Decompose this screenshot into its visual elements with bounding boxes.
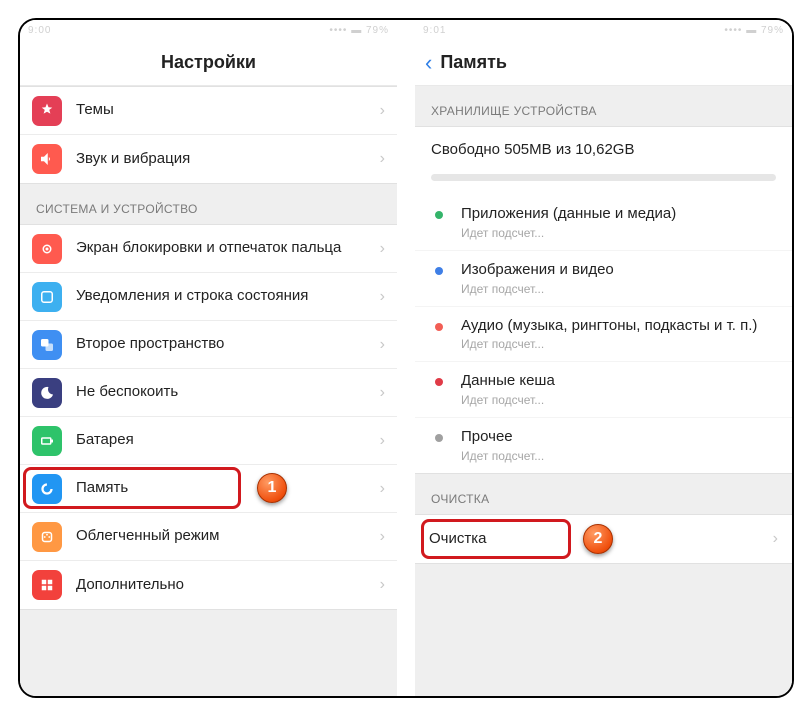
chevron-right-icon: › [380, 336, 385, 354]
category-dot [435, 434, 443, 442]
row-label: Звук и вибрация [76, 150, 374, 169]
row-label: Второе пространство [76, 335, 374, 354]
row-label: Батарея [76, 431, 374, 450]
category-name: Аудио (музыка, рингтоны, подкасты и т. п… [461, 317, 776, 336]
category-audio[interactable]: Аудио (музыка, рингтоны, подкасты и т. п… [415, 307, 792, 363]
row-lockscreen[interactable]: Экран блокировки и отпечаток пальца › [20, 225, 397, 273]
battery-icon [32, 426, 62, 456]
second-space-icon [32, 330, 62, 360]
category-other[interactable]: Прочее Идет подсчет... [415, 418, 792, 473]
row-label: Темы [76, 101, 374, 120]
settings-group-1: Темы › Звук и вибрация › [20, 86, 397, 184]
chevron-right-icon: › [380, 384, 385, 402]
row-memory[interactable]: Память › 1 [20, 465, 397, 513]
row-notifications[interactable]: Уведомления и строка состояния › [20, 273, 397, 321]
status-bar: 9:00 •••• ▬ 79% [20, 20, 397, 40]
chevron-right-icon: › [380, 432, 385, 450]
navbar: ‹ Память [415, 40, 792, 86]
status-right: •••• ▬ 79% [329, 25, 389, 36]
row-lite-mode[interactable]: Облегченный режим › [20, 513, 397, 561]
row-label: Экран блокировки и отпечаток пальца [76, 239, 374, 258]
page-title: Настройки [161, 52, 256, 73]
row-themes[interactable]: Темы › [20, 87, 397, 135]
category-texts: Данные кеша Идет подсчет... [461, 372, 776, 407]
screenshots-pair: 9:00 •••• ▬ 79% Настройки Темы › [18, 18, 794, 698]
category-apps[interactable]: Приложения (данные и медиа) Идет подсчет… [415, 195, 792, 251]
annotation-badge-2: 2 [583, 524, 613, 554]
themes-icon [32, 96, 62, 126]
chevron-right-icon: › [380, 288, 385, 306]
row-label: Память [76, 479, 374, 498]
category-name: Прочее [461, 428, 776, 447]
phone-left: 9:00 •••• ▬ 79% Настройки Темы › [20, 20, 397, 698]
notifications-icon [32, 282, 62, 312]
storage-free-text: Свободно 505MB из 10,62GB [415, 127, 792, 164]
category-name: Изображения и видео [461, 261, 776, 280]
category-dot [435, 378, 443, 386]
row-label: Уведомления и строка состояния [76, 287, 374, 306]
row-dnd[interactable]: Не беспокоить › [20, 369, 397, 417]
phone-right: 9:01 •••• ▬ 79% ‹ Память ХРАНИЛИЩЕ УСТРО… [415, 20, 792, 698]
section-header-system: СИСТЕМА И УСТРОЙСТВО [20, 184, 397, 224]
category-sub: Идет подсчет... [461, 226, 776, 240]
row-label: Облегченный режим [76, 527, 374, 546]
sound-icon [32, 144, 62, 174]
additional-icon [32, 570, 62, 600]
row-second-space[interactable]: Второе пространство › [20, 321, 397, 369]
category-sub: Идет подсчет... [461, 393, 776, 407]
row-label: Не беспокоить [76, 383, 374, 402]
settings-content: Темы › Звук и вибрация › СИСТЕМА И УСТРО… [20, 86, 397, 698]
category-name: Данные кеша [461, 372, 776, 391]
section-header-storage: ХРАНИЛИЩЕ УСТРОЙСТВА [415, 86, 792, 126]
category-texts: Приложения (данные и медиа) Идет подсчет… [461, 205, 776, 240]
category-dot [435, 211, 443, 219]
category-name: Приложения (данные и медиа) [461, 205, 776, 224]
navbar: Настройки [20, 40, 397, 86]
section-header-clean: ОЧИСТКА [415, 474, 792, 514]
chevron-right-icon: › [380, 480, 385, 498]
chevron-right-icon: › [380, 102, 385, 120]
row-additional[interactable]: Дополнительно › [20, 561, 397, 609]
category-texts: Изображения и видео Идет подсчет... [461, 261, 776, 296]
row-sound[interactable]: Звук и вибрация › [20, 135, 397, 183]
chevron-right-icon: › [380, 576, 385, 594]
annotation-badge-1: 1 [257, 473, 287, 503]
chevron-right-icon: › [380, 240, 385, 258]
chevron-right-icon: › [380, 528, 385, 546]
storage-bar [431, 174, 776, 181]
row-battery[interactable]: Батарея › [20, 417, 397, 465]
chevron-right-icon: › [773, 530, 778, 548]
page-title: Память [440, 52, 507, 73]
category-texts: Прочее Идет подсчет... [461, 428, 776, 463]
category-sub: Идет подсчет... [461, 337, 776, 351]
dnd-icon [32, 378, 62, 408]
storage-group: Свободно 505MB из 10,62GB Приложения (да… [415, 126, 792, 474]
category-dot [435, 323, 443, 331]
category-texts: Аудио (музыка, рингтоны, подкасты и т. п… [461, 317, 776, 352]
memory-icon [32, 474, 62, 504]
category-sub: Идет подсчет... [461, 449, 776, 463]
category-sub: Идет подсчет... [461, 282, 776, 296]
back-button[interactable]: ‹ [425, 50, 432, 76]
fingerprint-icon [32, 234, 62, 264]
settings-group-2: Экран блокировки и отпечаток пальца › Ув… [20, 224, 397, 610]
status-time: 9:01 [423, 25, 446, 36]
category-cache[interactable]: Данные кеша Идет подсчет... [415, 362, 792, 418]
category-dot [435, 267, 443, 275]
lite-mode-icon [32, 522, 62, 552]
chevron-right-icon: › [380, 150, 385, 168]
row-cleanup[interactable]: Очистка › 2 [415, 514, 792, 564]
status-time: 9:00 [28, 25, 51, 36]
memory-content: ХРАНИЛИЩЕ УСТРОЙСТВА Свободно 505MB из 1… [415, 86, 792, 698]
status-bar: 9:01 •••• ▬ 79% [415, 20, 792, 40]
row-label: Дополнительно [76, 576, 374, 595]
status-right: •••• ▬ 79% [724, 25, 784, 36]
category-images[interactable]: Изображения и видео Идет подсчет... [415, 251, 792, 307]
